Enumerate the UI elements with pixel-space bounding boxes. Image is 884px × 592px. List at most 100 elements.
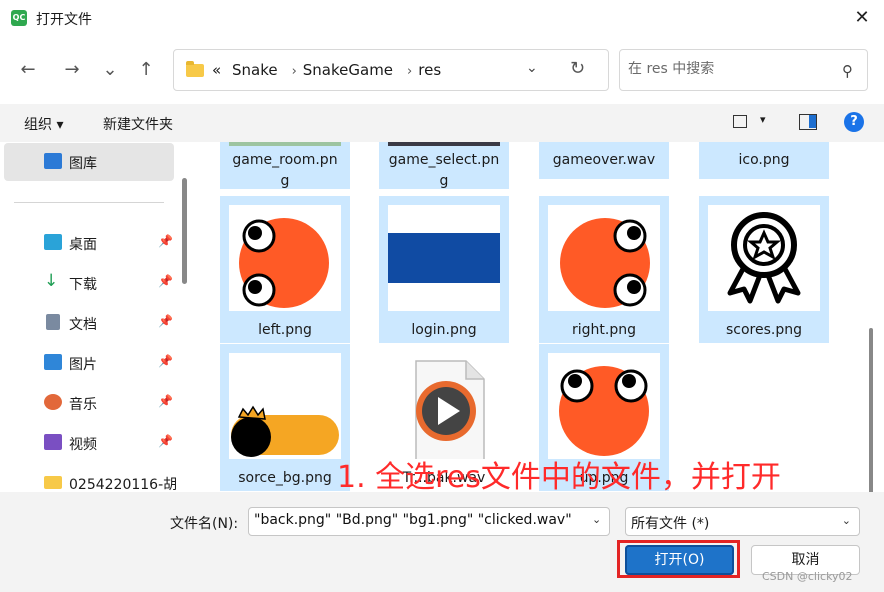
pin-icon: 📌 — [158, 394, 173, 408]
folder-icon — [186, 61, 204, 77]
file-list-scrollbar[interactable] — [869, 328, 873, 492]
pin-icon: 📌 — [158, 274, 173, 288]
file-item[interactable]: gameover.wav — [539, 142, 669, 179]
snake-up-thumbnail — [548, 353, 660, 459]
sidebar-item-music[interactable]: 音乐 📌 — [4, 384, 174, 422]
chevron-right-icon: › — [407, 64, 413, 79]
score-bar-thumbnail — [229, 353, 341, 459]
award-thumbnail — [708, 205, 820, 311]
help-icon[interactable]: ? — [844, 112, 864, 132]
search-input[interactable] — [628, 61, 828, 77]
view-mode-icon[interactable] — [733, 115, 747, 128]
desktop-icon — [44, 234, 62, 250]
file-name-wrap: g — [439, 173, 449, 189]
chevron-right-icon: › — [291, 64, 297, 79]
dialog-footer: 文件名(N): "back.png" "Bd.png" "bg1.png" "c… — [0, 492, 884, 592]
sidebar-item-pictures[interactable]: 图片 📌 — [4, 344, 174, 382]
breadcrumb-snake[interactable]: Snake — [232, 61, 278, 79]
sidebar-item-label: 视频 — [69, 437, 97, 453]
open-button[interactable]: 打开(O) — [625, 545, 734, 575]
forward-button[interactable]: → — [58, 56, 86, 84]
qt-app-icon: QC — [11, 10, 27, 26]
chevron-down-icon[interactable]: ⌄ — [592, 513, 601, 526]
file-item-scores[interactable]: scores.png — [699, 196, 829, 343]
sidebar-item-label: 桌面 — [69, 237, 97, 253]
file-item-left[interactable]: left.png — [220, 196, 350, 343]
sidebar-item-label: 图库 — [69, 156, 97, 172]
search-icon[interactable]: ⚲ — [842, 62, 853, 80]
sidebar-item-label: 文档 — [69, 317, 97, 333]
download-icon: ↓ — [44, 271, 59, 291]
file-name: left.png — [258, 322, 312, 338]
filetype-select[interactable]: 所有文件 (*) ⌄ — [625, 507, 860, 536]
file-thumbnail — [388, 142, 500, 146]
address-dropdown-button[interactable]: ⌄ — [526, 60, 538, 76]
sidebar-scrollbar[interactable] — [182, 178, 187, 284]
pin-icon: 📌 — [158, 354, 173, 368]
file-name: game_select.pn — [388, 152, 500, 168]
title-bar: QC 打开文件 ✕ — [0, 0, 884, 36]
breadcrumb-res[interactable]: res — [418, 61, 441, 79]
file-item-sorce-bg[interactable]: sorce_bg.png — [220, 344, 350, 491]
up-button[interactable]: ↑ — [132, 56, 160, 84]
refresh-button[interactable]: ↻ — [570, 58, 585, 79]
pin-icon: 📌 — [158, 234, 173, 248]
snake-right-thumbnail — [548, 205, 660, 311]
watermark: CSDN @clicky02 — [762, 570, 853, 583]
recent-locations-button[interactable]: ⌄ — [96, 56, 124, 84]
navigation-bar: ← → ⌄ ↑ « Snake › SnakeGame › res ⌄ ↻ ⚲ — [0, 36, 884, 104]
breadcrumb-overflow[interactable]: « — [212, 61, 221, 79]
audio-thumbnail — [388, 353, 500, 464]
sidebar-item-gallery[interactable]: 图库 — [4, 143, 174, 181]
sidebar-item-downloads[interactable]: ↓ 下载 📌 — [4, 264, 174, 302]
file-name: right.png — [572, 322, 636, 338]
back-button[interactable]: ← — [14, 56, 42, 84]
sidebar-item-videos[interactable]: 视频 📌 — [4, 424, 174, 462]
search-box[interactable]: ⚲ — [619, 49, 868, 91]
sidebar-divider — [14, 202, 164, 203]
pictures-icon — [44, 354, 62, 370]
sidebar-item-label: 下载 — [69, 277, 97, 293]
filename-input[interactable]: "back.png" "Bd.png" "bg1.png" "clicked.w… — [248, 507, 610, 536]
breadcrumb-snakegame[interactable]: SnakeGame — [303, 61, 393, 79]
preview-pane-icon[interactable] — [799, 114, 817, 130]
file-name-wrap: g — [280, 173, 290, 189]
sidebar-item-desktop[interactable]: 桌面 📌 — [4, 224, 174, 262]
music-icon — [44, 394, 62, 410]
gallery-icon — [44, 153, 62, 169]
login-thumbnail — [388, 205, 500, 311]
file-name: game_room.pn — [232, 152, 338, 168]
new-folder-button[interactable]: 新建文件夹 — [103, 114, 173, 134]
videos-icon — [44, 434, 62, 450]
file-item[interactable]: game_room.pn g — [220, 142, 350, 189]
pin-icon: 📌 — [158, 314, 173, 328]
command-bar: 组织 ▾ 新建文件夹 ▾ ? — [0, 104, 884, 142]
file-name: ico.png — [738, 152, 790, 168]
documents-icon — [46, 314, 60, 330]
chevron-down-icon: ⌄ — [841, 514, 851, 527]
filename-label: 文件名(N): — [170, 516, 239, 532]
file-item[interactable]: game_select.pn g — [379, 142, 509, 189]
sidebar-item-label: 图片 — [69, 357, 97, 373]
close-button[interactable]: ✕ — [848, 4, 876, 32]
pin-icon: 📌 — [158, 434, 173, 448]
file-name: sorce_bg.png — [238, 470, 332, 486]
window-title: 打开文件 — [36, 12, 92, 28]
instruction-annotation: 1. 全选res文件中的文件，并打开 — [337, 460, 781, 495]
file-item-right[interactable]: right.png — [539, 196, 669, 343]
sidebar-item-label: 音乐 — [69, 397, 97, 413]
folder-icon — [44, 476, 62, 489]
file-name: gameover.wav — [552, 152, 656, 168]
sidebar-item-label: 0254220116-胡 — [69, 477, 178, 492]
file-name: login.png — [411, 322, 477, 338]
organize-button[interactable]: 组织 ▾ — [24, 114, 63, 134]
navigation-pane: 图库 桌面 📌 ↓ 下载 📌 文档 📌 图片 📌 音乐 📌 视频 📌 02542… — [0, 142, 192, 492]
file-list: game_room.pn g game_select.pn g gameover… — [192, 142, 884, 492]
address-bar[interactable]: « Snake › SnakeGame › res ⌄ ↻ — [173, 49, 609, 91]
file-item-login[interactable]: login.png — [379, 196, 509, 343]
view-dropdown-button[interactable]: ▾ — [760, 113, 766, 126]
sidebar-item-documents[interactable]: 文档 📌 — [4, 304, 174, 342]
file-item[interactable]: ico.png — [699, 142, 829, 179]
filetype-value: 所有文件 (*) — [631, 516, 710, 532]
sidebar-item-user-folder[interactable]: 0254220116-胡 — [4, 464, 178, 492]
